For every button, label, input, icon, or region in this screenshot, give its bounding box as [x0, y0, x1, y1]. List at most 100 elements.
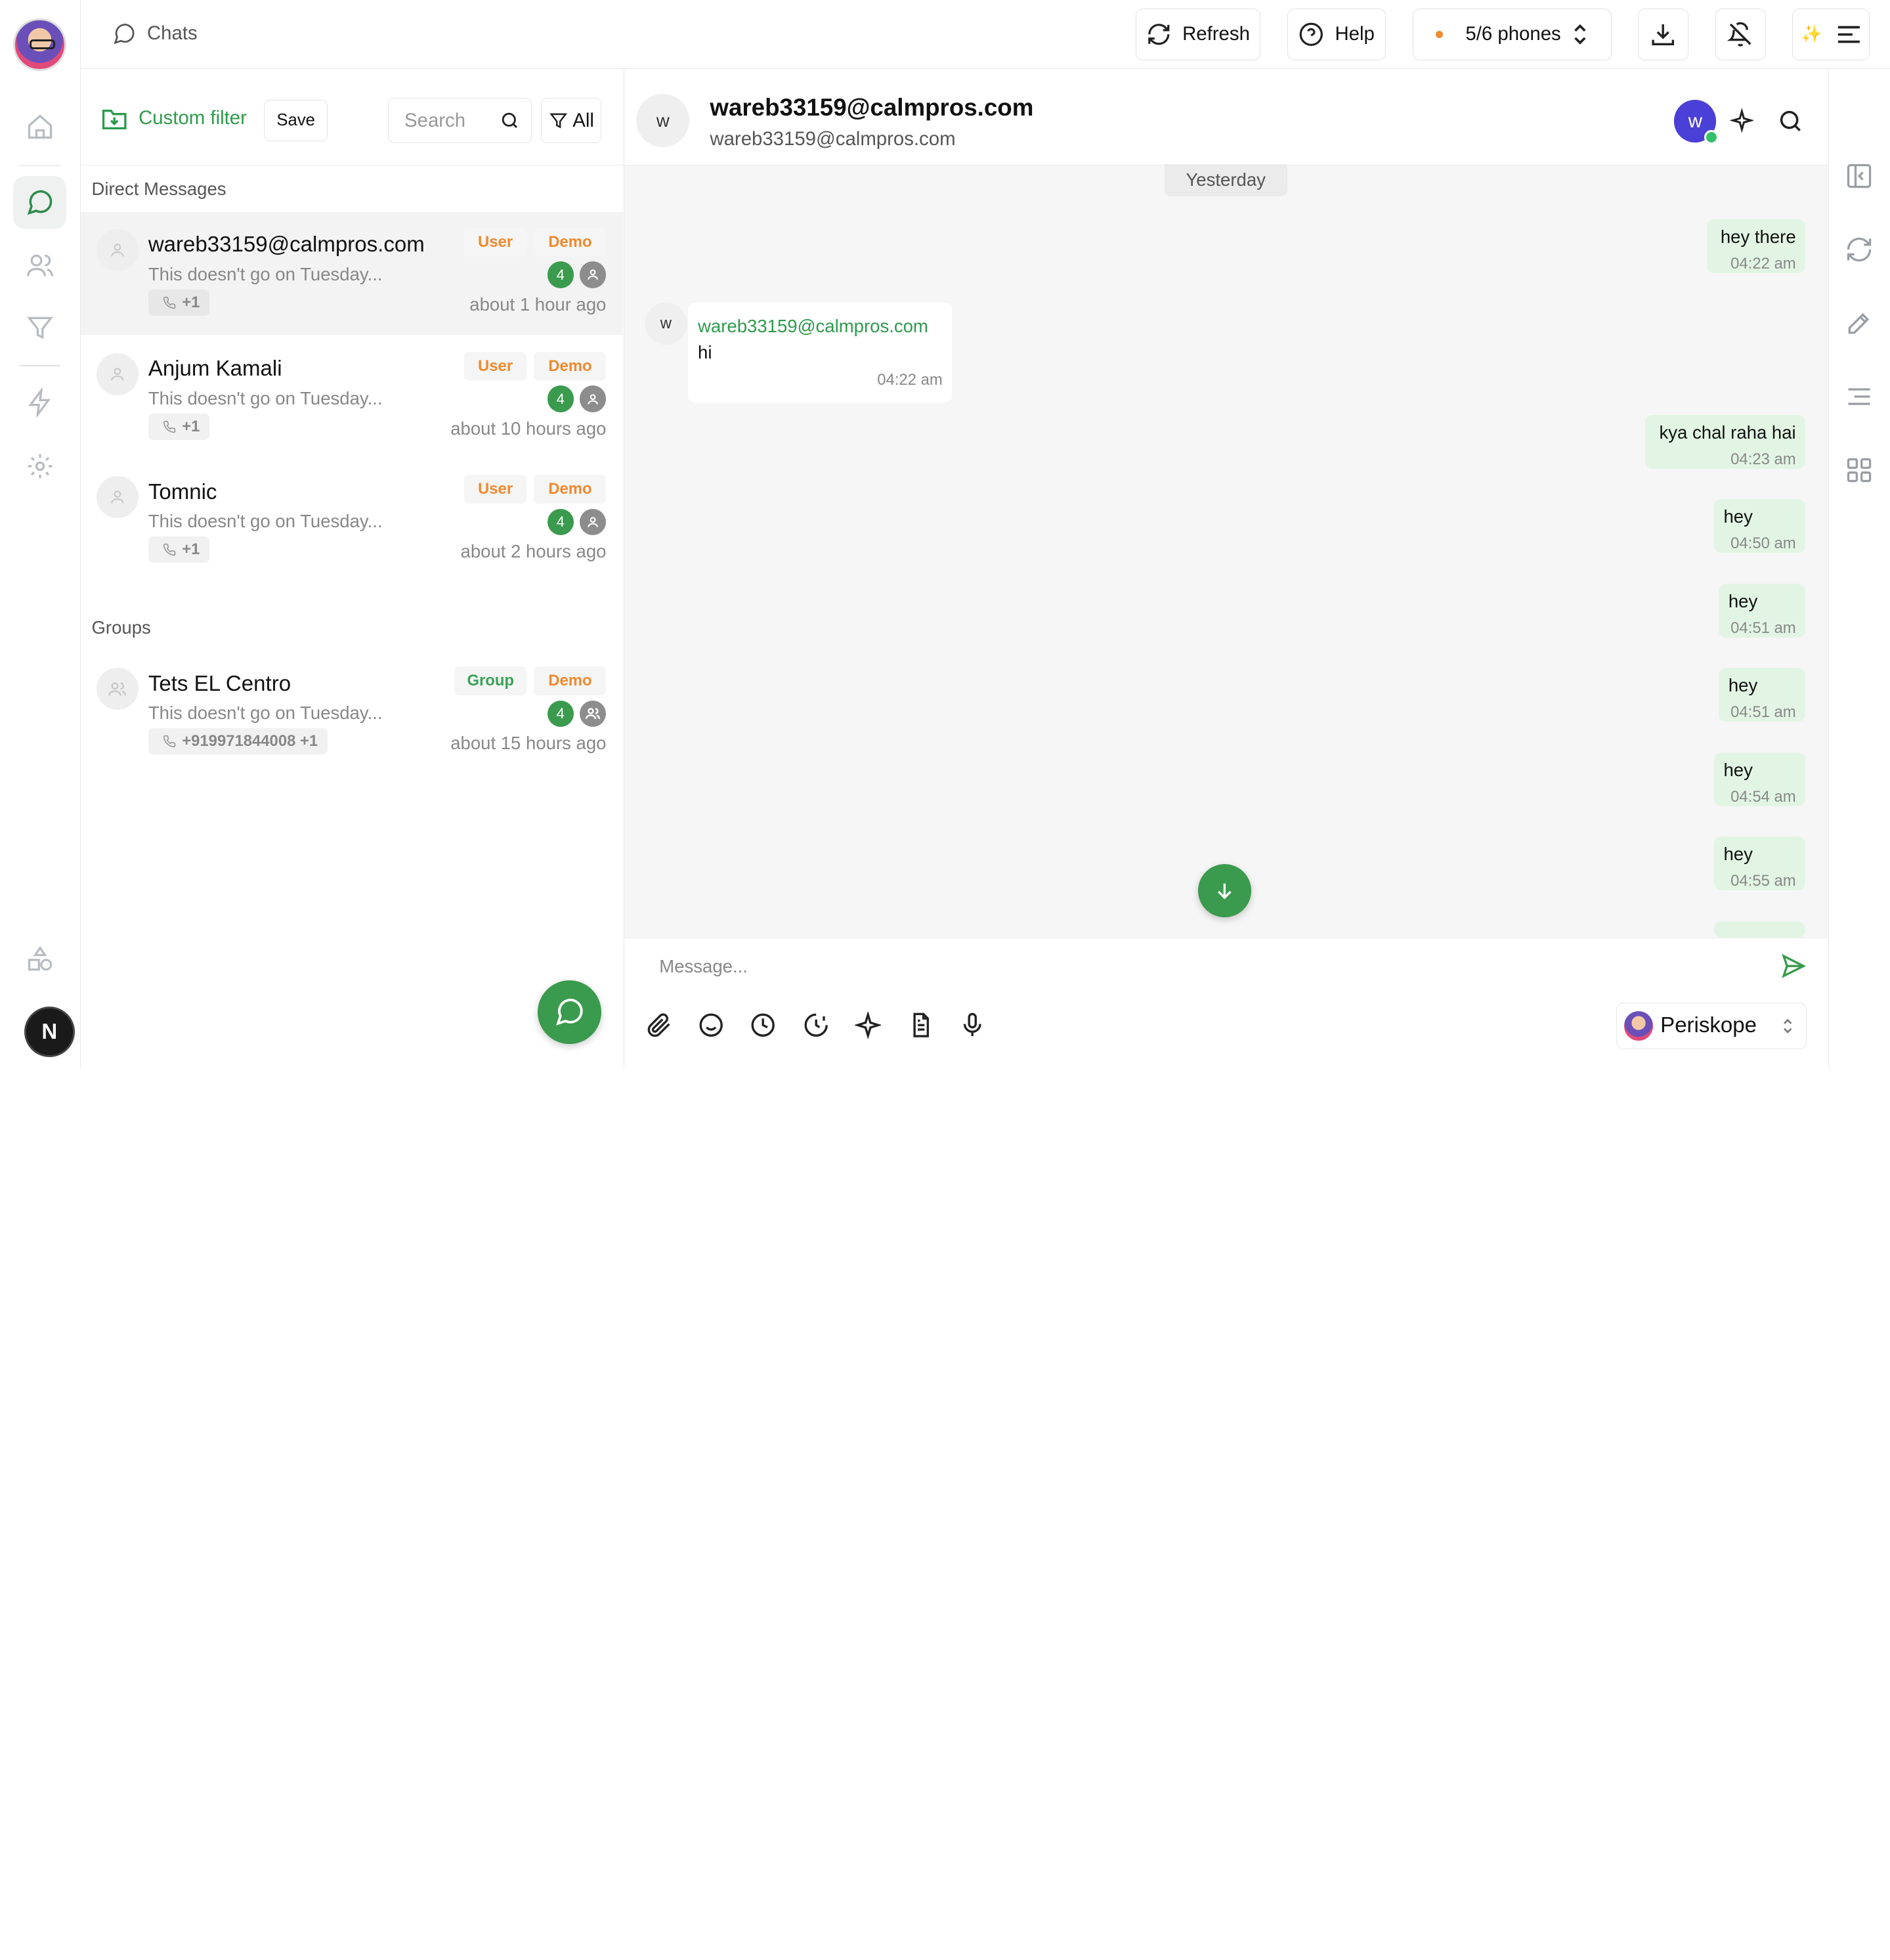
top-bar: Chats Refresh Help 5/6 phones ✨: [81, 0, 1890, 69]
filter-bar: Custom filter Save Search All: [81, 69, 625, 165]
voice-note-button[interactable]: [959, 1012, 985, 1038]
emoji-button[interactable]: [698, 1012, 724, 1038]
settings-nav-button[interactable]: [13, 440, 66, 493]
demo-tag: Demo: [534, 227, 607, 257]
contacts-nav-button[interactable]: [13, 239, 66, 292]
online-status-dot: [1704, 130, 1719, 145]
document-icon: [913, 1013, 929, 1038]
ai-assist-button[interactable]: [854, 1012, 882, 1039]
sync-button[interactable]: [1845, 235, 1874, 264]
gear-icon: [28, 454, 52, 479]
chats-nav-button[interactable]: [13, 176, 66, 229]
send-button[interactable]: [1780, 953, 1807, 979]
workspace-avatar[interactable]: [13, 18, 66, 72]
search-icon: [502, 112, 517, 129]
chevron-up-down-icon: [1784, 1018, 1792, 1034]
edit-button[interactable]: [1845, 309, 1874, 338]
filter-funnel-icon: [26, 317, 53, 339]
integrations-nav-button[interactable]: [13, 932, 66, 985]
new-chat-button[interactable]: [537, 980, 602, 1044]
save-filter-button[interactable]: Save: [264, 100, 328, 141]
search-messages-button[interactable]: [1778, 108, 1803, 134]
message-text: hey: [1723, 759, 1753, 780]
help-label: Help: [1335, 23, 1375, 45]
phone-badge-label: +1: [182, 540, 200, 559]
help-button[interactable]: Help: [1287, 8, 1386, 60]
phone-badge: +1: [148, 413, 210, 441]
download-icon: [1652, 24, 1675, 46]
notifications-toggle[interactable]: [1715, 8, 1766, 60]
collapse-panel-button[interactable]: [1845, 162, 1874, 190]
message-text: hey: [1723, 844, 1753, 865]
filters-nav-button[interactable]: [13, 301, 66, 355]
sparkle-icon: ✨: [1801, 25, 1822, 44]
person-icon: [111, 490, 124, 504]
filter-all-button[interactable]: All: [541, 97, 602, 144]
refresh-button[interactable]: Refresh: [1135, 8, 1261, 60]
assignee-avatar: [580, 385, 607, 412]
chat-name: Anjum Kamali: [148, 357, 282, 381]
contact-subtitle: wareb33159@calmpros.com: [710, 127, 956, 150]
sidebar-collapse-icon: [1847, 163, 1872, 188]
unread-count-badge: 4: [547, 385, 574, 412]
chat-list-item[interactable]: wareb33159@calmpros.com This doesn't go …: [81, 212, 624, 336]
message-input[interactable]: [659, 954, 1744, 978]
assignee-badge[interactable]: w: [1674, 100, 1719, 145]
person-icon: [588, 517, 599, 527]
chat-preview: This doesn't go on Tuesday...: [148, 511, 383, 532]
outgoing-message: hey 04:50 am: [1713, 499, 1806, 554]
contact-avatar: [96, 476, 139, 519]
left-nav-rail: N: [0, 0, 81, 1068]
menu-button[interactable]: ✨: [1792, 8, 1870, 60]
align-lines-icon: [1848, 388, 1870, 405]
download-button[interactable]: [1638, 8, 1689, 60]
unread-count-badge: 4: [547, 700, 574, 728]
custom-filter-button[interactable]: Custom filter: [101, 106, 247, 131]
group-name: Tets EL Centro: [148, 671, 291, 696]
attach-button[interactable]: [646, 1012, 672, 1038]
apps-button[interactable]: [1845, 456, 1874, 485]
menu-lines-icon: [1837, 26, 1860, 43]
assignee-avatar: [580, 261, 607, 288]
scroll-to-bottom-button[interactable]: [1197, 864, 1251, 918]
ai-sparkle-button[interactable]: [1729, 108, 1754, 133]
sender-account-selector[interactable]: Periskope: [1616, 1002, 1807, 1050]
phone-badge-label: +1: [182, 417, 200, 435]
microphone-icon: [964, 1013, 982, 1037]
chat-list-item[interactable]: Tomnic This doesn't go on Tuesday... +1 …: [81, 460, 623, 582]
chat-preview: This doesn't go on Tuesday...: [148, 388, 383, 409]
search-input[interactable]: Search: [388, 97, 532, 144]
custom-filter-label: Custom filter: [139, 106, 247, 129]
chat-timestamp: about 2 hours ago: [460, 541, 607, 562]
account-avatar: [1624, 1011, 1654, 1041]
chat-list-item[interactable]: Anjum Kamali This doesn't go on Tuesday.…: [81, 336, 623, 459]
refresh-icon: [1148, 24, 1170, 45]
outgoing-message-partial: [1713, 921, 1806, 938]
schedule-button[interactable]: [750, 1012, 776, 1038]
lightning-icon: [28, 388, 51, 418]
person-icon: [111, 368, 124, 381]
user-avatar[interactable]: N: [24, 1007, 75, 1058]
phones-selector[interactable]: 5/6 phones: [1412, 8, 1612, 60]
chat-bubble-icon: [27, 190, 52, 215]
home-nav-button[interactable]: [13, 100, 66, 153]
chat-preview: This doesn't go on Tuesday...: [148, 264, 383, 285]
details-button[interactable]: [1845, 382, 1874, 411]
automation-nav-button[interactable]: [13, 376, 66, 429]
pencil-icon: [1848, 313, 1870, 334]
phone-icon: [163, 735, 176, 748]
sparkle-icon: [854, 1012, 882, 1039]
chat-name: wareb33159@calmpros.com: [148, 232, 425, 257]
group-members-avatar: [580, 700, 607, 728]
contact-avatar[interactable]: w: [636, 94, 690, 147]
paperclip-icon: [647, 1013, 670, 1037]
filter-all-label: All: [572, 109, 594, 131]
assignee-avatar: [580, 508, 607, 536]
message-time: 04:51 am: [1730, 619, 1796, 637]
incoming-message: wareb33159@calmpros.com hi 04:22 am: [688, 302, 953, 403]
reminder-button[interactable]: [803, 1012, 829, 1038]
group-tag: Group: [454, 666, 527, 696]
template-button[interactable]: [908, 1012, 934, 1038]
group-list-item[interactable]: Tets EL Centro This doesn't go on Tuesda…: [81, 651, 623, 773]
chat-name: Tomnic: [148, 479, 217, 504]
